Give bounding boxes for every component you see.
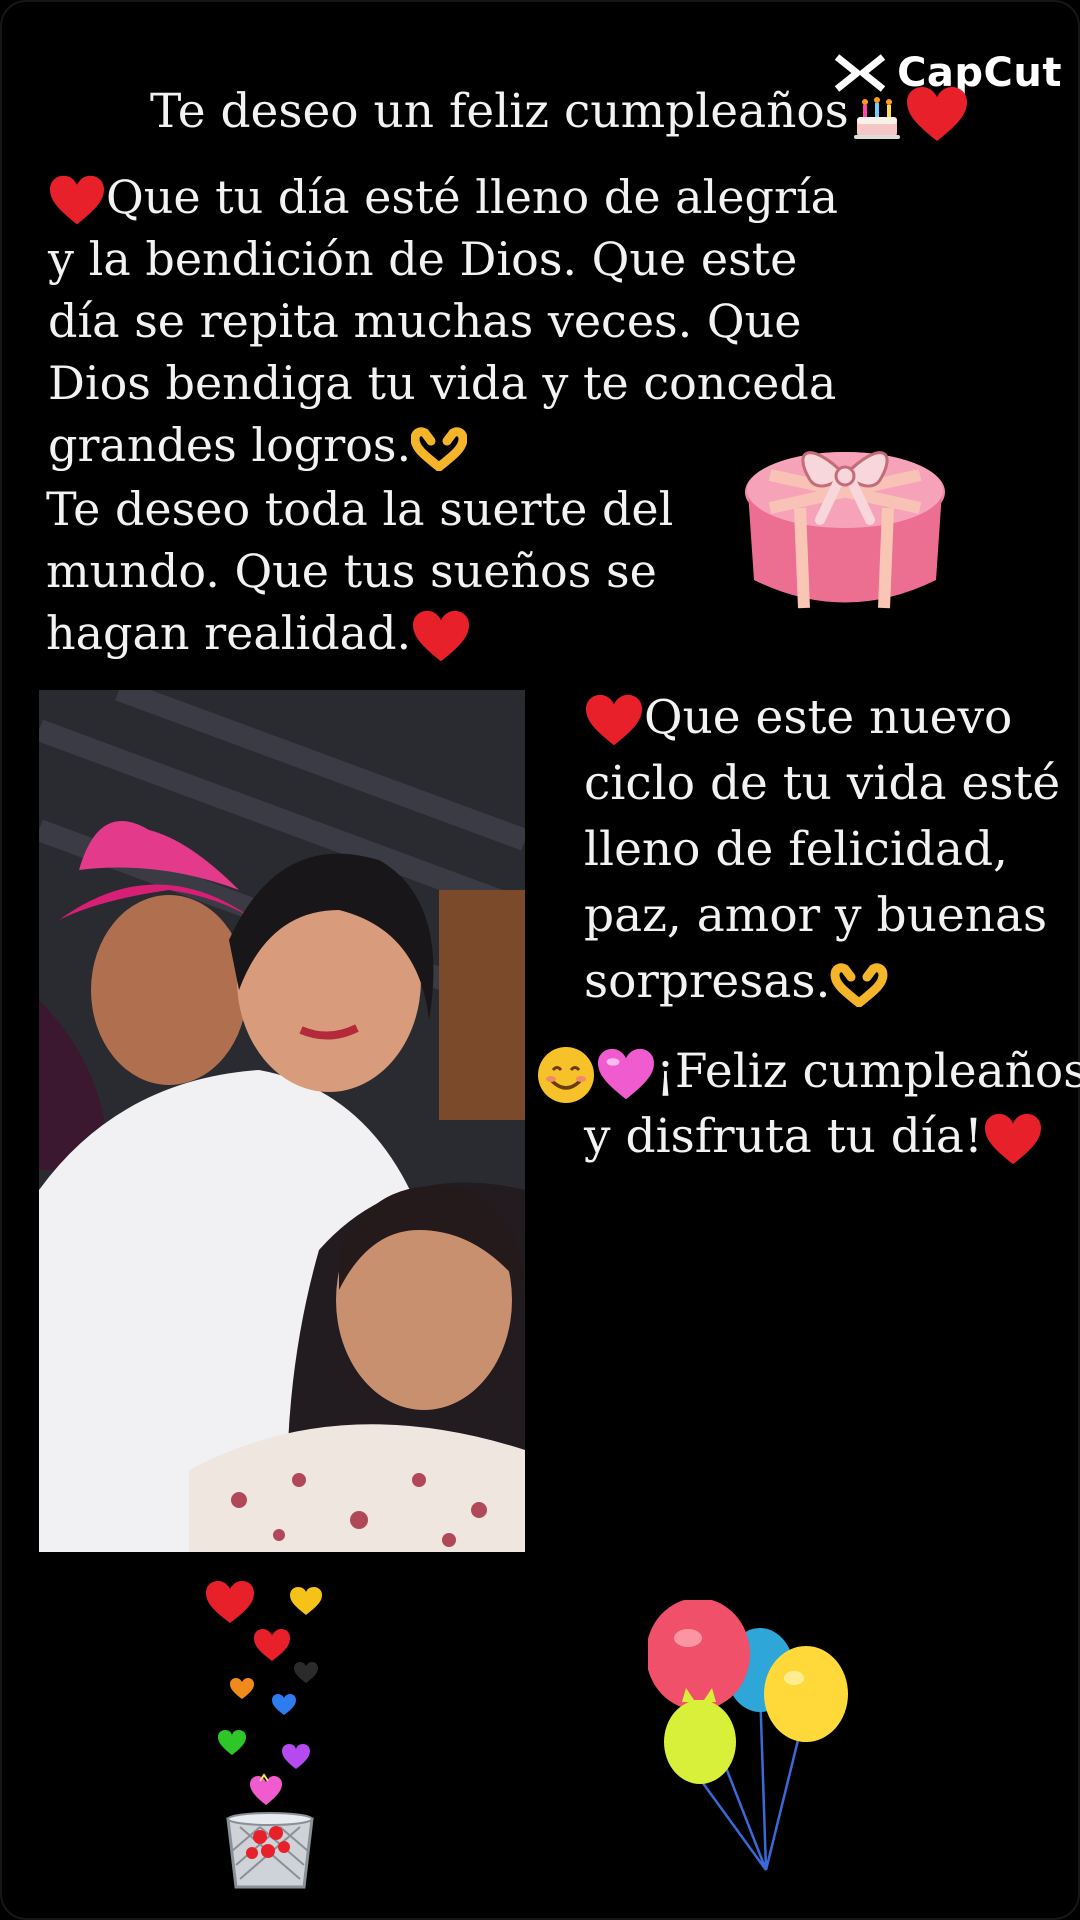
red-heart-icon — [413, 610, 470, 662]
paragraph-line: día se repita muchas veces. Que — [48, 294, 802, 348]
paragraph-line: sorpresas. — [584, 949, 1060, 1015]
wish-paragraph-1: Que tu día esté lleno de alegría y la be… — [48, 166, 838, 476]
pink-heart-icon — [598, 1048, 654, 1100]
paragraph-line: Que tu día esté lleno de alegría — [48, 166, 838, 228]
paragraph-line: y disfruta tu día! — [584, 1105, 1080, 1169]
paragraph-line: grandes logros. — [48, 414, 838, 476]
gift-box-icon — [745, 451, 945, 609]
friends-photo — [39, 690, 525, 1552]
greeting-title-text: Te deseo un feliz cumpleaños — [150, 84, 849, 139]
paragraph-line: hagan realidad. — [46, 602, 673, 665]
red-heart-icon — [906, 87, 967, 141]
heart-hands-icon — [411, 427, 468, 471]
paragraph-line: y la bendición de Dios. Que este — [48, 232, 798, 286]
story-frame: CapCut Te deseo un feliz cumpleaños Que … — [0, 0, 1080, 1920]
falling-hearts — [206, 1581, 322, 1805]
balloons-icon — [648, 1600, 848, 1871]
red-heart-icon — [586, 694, 642, 746]
paragraph-line: mundo. Que tus sueños se — [46, 544, 657, 598]
smiling-face-icon — [538, 1047, 594, 1103]
paragraph-line: Dios bendiga tu vida y te conceda — [48, 356, 837, 410]
paragraph-line: ¡Feliz cumpleaños — [536, 1040, 1080, 1105]
paragraph-line: Te deseo toda la suerte del — [46, 482, 674, 536]
paragraph-line: paz, amor y buenas — [584, 888, 1048, 943]
red-heart-icon — [984, 1113, 1041, 1165]
wish-paragraph-2: Te deseo toda la suerte del mundo. Que t… — [46, 478, 673, 665]
red-heart-icon — [50, 175, 104, 225]
birthday-cake-icon — [853, 97, 900, 139]
basket — [226, 1812, 314, 1889]
hearts-basket-icon — [206, 1581, 322, 1889]
greeting-title: Te deseo un feliz cumpleaños — [150, 84, 969, 145]
paragraph-line: lleno de felicidad, — [584, 822, 1008, 877]
wish-paragraph-4: ¡Feliz cumpleaños y disfruta tu día! — [536, 1040, 1080, 1169]
paragraph-line: ciclo de tu vida esté — [584, 756, 1061, 811]
paragraph-line: Que este nuevo — [584, 685, 1060, 751]
heart-hands-icon — [830, 963, 888, 1007]
wish-paragraph-3: Que este nuevo ciclo de tu vida esté lle… — [584, 685, 1060, 1015]
